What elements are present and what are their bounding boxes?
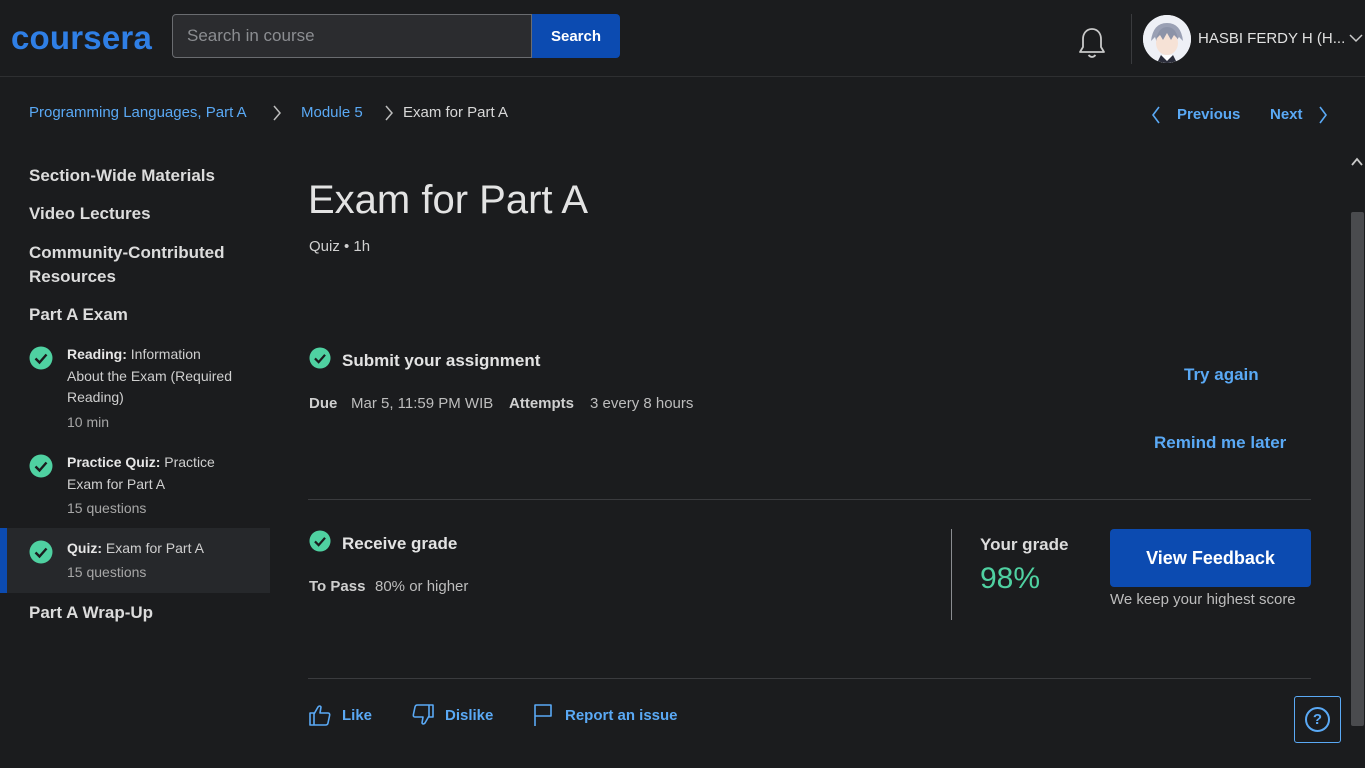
- search-box[interactable]: [172, 14, 532, 58]
- pass-value: 80% or higher: [375, 578, 469, 595]
- item-meta: 15 questions: [67, 564, 147, 580]
- breadcrumb-course[interactable]: Programming Languages, Part A: [29, 104, 247, 121]
- flag-icon[interactable]: [531, 703, 555, 727]
- sidebar-section-videos[interactable]: Video Lectures: [29, 202, 259, 226]
- report-issue-link[interactable]: Report an issue: [565, 707, 678, 724]
- scrollbar-thumb[interactable]: [1351, 212, 1364, 726]
- grade-title: Receive grade: [342, 534, 458, 553]
- sidebar-item-practice-quiz[interactable]: Practice Quiz: Practice Exam for Part A …: [0, 448, 270, 524]
- scroll-up-icon[interactable]: [1351, 156, 1363, 168]
- attempts-label: Attempts: [509, 395, 575, 412]
- next-link[interactable]: Next: [1270, 106, 1303, 123]
- item-type: Practice Quiz:: [67, 454, 161, 470]
- check-circle-icon: [309, 347, 331, 369]
- help-button[interactable]: ?: [1294, 696, 1341, 743]
- attempts-value: 3 every 8 hours: [590, 395, 694, 412]
- thumbs-down-icon[interactable]: [411, 703, 435, 727]
- top-bar: coursera Search HASBI FERDY H (H...: [0, 0, 1365, 77]
- previous-link[interactable]: Previous: [1177, 106, 1240, 123]
- avatar[interactable]: [1143, 15, 1191, 63]
- thumbs-up-icon[interactable]: [308, 703, 332, 727]
- coursera-logo[interactable]: coursera: [11, 18, 152, 58]
- highest-score-note: We keep your highest score: [1110, 591, 1296, 608]
- check-circle-icon: [29, 346, 53, 370]
- sidebar-section-exam[interactable]: Part A Exam: [29, 303, 259, 327]
- pass-label: To Pass: [309, 578, 366, 595]
- submit-title: Submit your assignment: [342, 351, 541, 370]
- chevron-right-icon: [385, 105, 393, 121]
- item-type: Reading:: [67, 346, 127, 362]
- item-type: Quiz:: [67, 540, 102, 556]
- chevron-left-icon[interactable]: [1151, 106, 1161, 124]
- item-meta: 15 questions: [67, 500, 147, 516]
- page-meta: Quiz • 1h: [309, 238, 371, 255]
- header-divider: [1131, 14, 1132, 64]
- breadcrumb-module[interactable]: Module 5: [301, 104, 363, 121]
- section-divider: [308, 499, 1311, 500]
- sidebar-item-label: Quiz: Exam for Part A: [67, 538, 237, 560]
- check-circle-icon: [29, 454, 53, 478]
- chevron-right-icon: [273, 105, 281, 121]
- question-icon: ?: [1305, 707, 1330, 732]
- due-value: Mar 5, 11:59 PM WIB: [351, 395, 494, 412]
- due-label: Due: [309, 395, 338, 412]
- sidebar-item-label: Practice Quiz: Practice Exam for Part A: [67, 452, 237, 495]
- bell-icon[interactable]: [1076, 26, 1108, 60]
- item-title: Exam for Part A: [105, 540, 204, 556]
- section-divider: [308, 678, 1311, 679]
- sidebar-item-quiz[interactable]: Quiz: Exam for Part A 15 questions: [0, 528, 270, 593]
- check-circle-icon: [309, 530, 331, 552]
- your-grade-value: 98%: [980, 562, 1041, 595]
- sidebar-section-materials[interactable]: Section-Wide Materials: [29, 164, 259, 188]
- breadcrumb-current: Exam for Part A: [403, 104, 509, 121]
- chevron-right-icon[interactable]: [1318, 106, 1328, 124]
- your-grade-label: Your grade: [980, 535, 1069, 554]
- user-name[interactable]: HASBI FERDY H (H...: [1198, 30, 1345, 47]
- view-feedback-button[interactable]: View Feedback: [1110, 529, 1311, 587]
- grade-divider: [951, 529, 952, 620]
- like-button[interactable]: Like: [342, 707, 372, 724]
- chevron-down-icon[interactable]: [1349, 33, 1363, 43]
- try-again-link[interactable]: Try again: [1184, 365, 1259, 385]
- sidebar-item-label: Reading: Information About the Exam (Req…: [67, 344, 237, 409]
- sidebar-section-community[interactable]: Community-Contributed Resources: [29, 241, 259, 289]
- dislike-button[interactable]: Dislike: [445, 707, 493, 724]
- sidebar-item-reading[interactable]: Reading: Information About the Exam (Req…: [0, 340, 270, 440]
- search-input[interactable]: [173, 15, 531, 57]
- sidebar-section-wrapup[interactable]: Part A Wrap-Up: [29, 601, 259, 625]
- search-button[interactable]: Search: [532, 14, 620, 58]
- remind-later-link[interactable]: Remind me later: [1154, 433, 1286, 453]
- check-circle-icon: [29, 540, 53, 564]
- page-title: Exam for Part A: [308, 178, 589, 222]
- active-indicator: [0, 528, 7, 593]
- item-meta: 10 min: [67, 414, 110, 430]
